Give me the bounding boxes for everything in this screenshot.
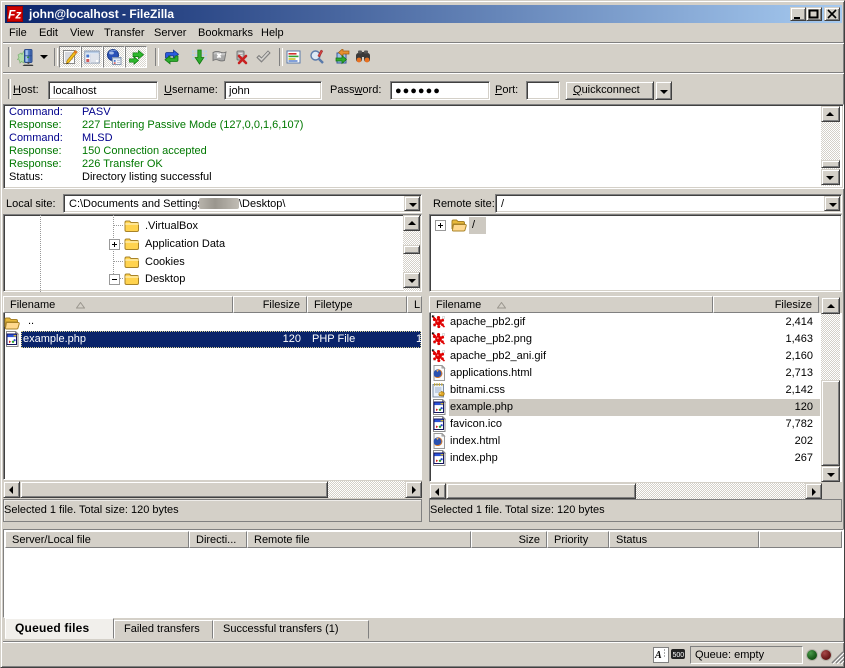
svg-text:Fz: Fz bbox=[8, 8, 21, 22]
svg-text:500: 500 bbox=[673, 652, 685, 659]
svg-text:A: A bbox=[654, 650, 662, 661]
